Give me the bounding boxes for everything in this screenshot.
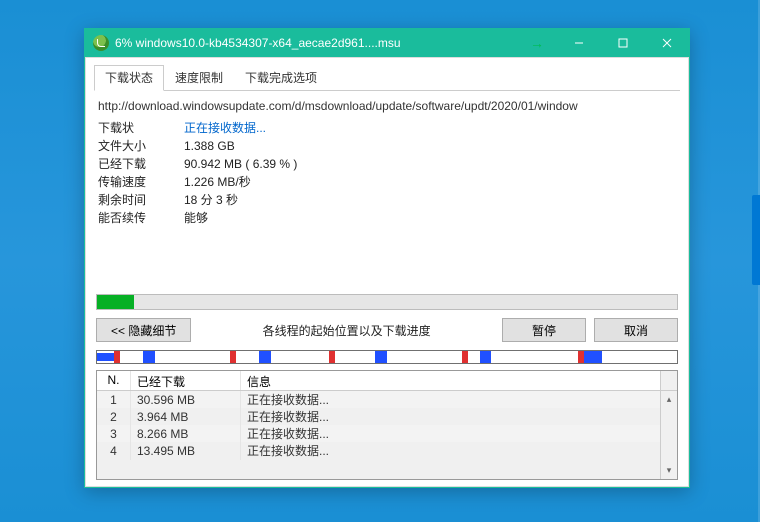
cell-downloaded: 3.964 MB — [131, 408, 241, 426]
segment-blue — [584, 351, 601, 363]
col-n[interactable]: N. — [97, 371, 131, 390]
downloaded-value: 90.942 MB ( 6.39 % ) — [184, 155, 297, 173]
close-button[interactable] — [645, 29, 689, 57]
tab-bar: 下载状态 速度限制 下载完成选项 — [94, 64, 680, 91]
segment-bar — [96, 350, 678, 364]
rate-value: 1.226 MB/秒 — [184, 173, 251, 191]
progress-area: << 隐藏细节 各线程的起始位置以及下载进度 暂停 取消 N. 已经下载 信息 … — [94, 294, 680, 486]
scroll-up-icon[interactable]: ▴ — [661, 391, 677, 408]
cell-n: 4 — [97, 442, 131, 460]
titlebar[interactable]: 6% windows10.0-kb4534307-x64_aecae2d961.… — [85, 29, 689, 57]
filesize-label: 文件大小 — [98, 137, 184, 155]
thread-table: N. 已经下载 信息 130.596 MB正在接收数据...23.964 MB正… — [96, 370, 678, 480]
segments-caption: 各线程的起始位置以及下载进度 — [199, 322, 494, 339]
transfer-arrow-icon: → — [517, 35, 557, 51]
table-row[interactable]: 413.495 MB正在接收数据... — [97, 442, 660, 459]
download-dialog: 6% windows10.0-kb4534307-x64_aecae2d961.… — [84, 28, 690, 488]
tab-status[interactable]: 下载状态 — [94, 65, 164, 91]
segment-blue — [480, 351, 492, 363]
app-icon — [93, 35, 109, 51]
cancel-button[interactable]: 取消 — [594, 318, 678, 342]
segment-blue — [143, 351, 155, 363]
cell-info: 正在接收数据... — [241, 440, 660, 461]
thread-table-header: N. 已经下载 信息 — [97, 371, 677, 391]
col-info[interactable]: 信息 — [241, 371, 660, 390]
pause-button[interactable]: 暂停 — [502, 318, 586, 342]
cell-n: 3 — [97, 425, 131, 443]
scroll-down-icon[interactable]: ▾ — [661, 462, 677, 479]
maximize-button[interactable] — [601, 29, 645, 57]
segment-red — [114, 351, 120, 363]
cell-downloaded: 13.495 MB — [131, 442, 241, 460]
desktop-peek-tab — [752, 195, 760, 285]
button-row: << 隐藏细节 各线程的起始位置以及下载进度 暂停 取消 — [96, 318, 678, 342]
cell-downloaded: 8.266 MB — [131, 425, 241, 443]
thread-scrollbar[interactable]: ▴ ▾ — [660, 391, 677, 479]
segment-red — [329, 351, 335, 363]
segment-blue — [375, 351, 387, 363]
col-downloaded[interactable]: 已经下载 — [131, 371, 241, 390]
time-left-label: 剩余时间 — [98, 191, 184, 209]
cell-downloaded: 30.596 MB — [131, 391, 241, 409]
tab-speed-limit[interactable]: 速度限制 — [164, 65, 234, 91]
progress-bar-fill — [97, 295, 134, 309]
rate-label: 传输速度 — [98, 173, 184, 191]
segment-blue — [97, 353, 114, 361]
segment-blue — [259, 351, 271, 363]
segment-red — [462, 351, 468, 363]
window-controls — [557, 29, 689, 57]
header-scroll-spacer — [660, 371, 677, 390]
tab-complete-options[interactable]: 下载完成选项 — [234, 65, 328, 91]
minimize-button[interactable] — [557, 29, 601, 57]
filesize-value: 1.388 GB — [184, 137, 235, 155]
cell-n: 2 — [97, 408, 131, 426]
segment-red — [230, 351, 236, 363]
hide-details-button[interactable]: << 隐藏细节 — [96, 318, 191, 342]
resume-value: 能够 — [184, 209, 208, 227]
downloaded-label: 已经下载 — [98, 155, 184, 173]
client-area: 下载状态 速度限制 下载完成选项 http://download.windows… — [85, 57, 689, 487]
resume-label: 能否续传 — [98, 209, 184, 227]
status-value: 正在接收数据... — [184, 119, 266, 137]
thread-table-body: 130.596 MB正在接收数据...23.964 MB正在接收数据...38.… — [97, 391, 660, 479]
download-url: http://download.windowsupdate.com/d/msdo… — [94, 97, 680, 119]
progress-bar — [96, 294, 678, 310]
status-label: 下载状 — [98, 119, 184, 137]
time-left-value: 18 分 3 秒 — [184, 191, 238, 209]
window-title: 6% windows10.0-kb4534307-x64_aecae2d961.… — [115, 36, 517, 50]
cell-n: 1 — [97, 391, 131, 409]
info-panel: 下载状 正在接收数据... 文件大小 1.388 GB 已经下载 90.942 … — [94, 119, 680, 231]
